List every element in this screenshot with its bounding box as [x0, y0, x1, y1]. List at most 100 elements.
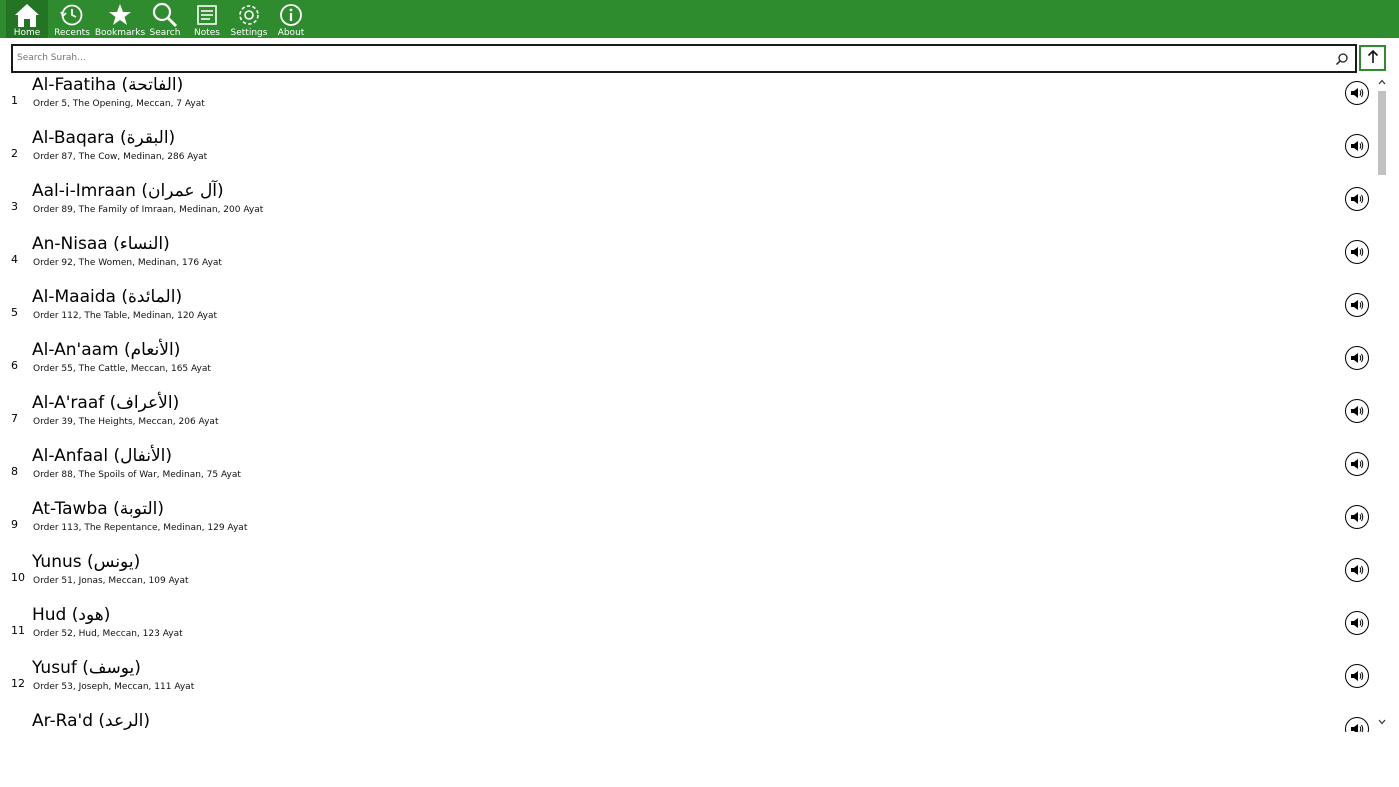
surah-number: 4 [11, 253, 18, 266]
surah-row[interactable]: 11 Hud (هود) Order 52, Hud, Meccan, 123 … [0, 604, 1375, 657]
nav-bookmarks[interactable]: Bookmarks [94, 0, 146, 38]
nav-about[interactable]: About [270, 0, 312, 38]
play-audio-button[interactable] [1345, 505, 1369, 529]
speaker-icon [1351, 724, 1364, 732]
surah-number: 10 [11, 571, 25, 584]
play-audio-button[interactable] [1345, 558, 1369, 582]
notes-icon [194, 2, 220, 28]
surah-row[interactable]: 2 Al-Baqara (البقرة) Order 87, The Cow, … [0, 127, 1375, 180]
speaker-icon [1351, 194, 1364, 204]
surah-number: 3 [11, 200, 18, 213]
surah-name: Al-Anfaal (الأنفال) [32, 446, 173, 466]
surah-number: 1 [11, 94, 18, 107]
surah-details: Order 5, The Opening, Meccan, 7 Ayat [33, 99, 205, 109]
play-audio-button[interactable] [1345, 346, 1369, 370]
surah-row[interactable]: 3 Aal-i-Imraan (آل عمران) Order 89, The … [0, 180, 1375, 233]
play-audio-button[interactable] [1345, 611, 1369, 635]
speaker-icon [1351, 141, 1364, 151]
surah-name: Ar-Ra'd (الرعد) [32, 711, 151, 731]
surah-name: Al-An'aam (الأنعام) [32, 340, 181, 360]
info-icon [278, 2, 304, 28]
surah-row[interactable]: 4 An-Nisaa (النساء) Order 92, The Women,… [0, 233, 1375, 286]
surah-details: Order 51, Jonas, Meccan, 109 Ayat [33, 576, 189, 586]
scroll-to-top-button[interactable] [1359, 45, 1386, 71]
surah-row[interactable]: 10 Yunus (يونس) Order 51, Jonas, Meccan,… [0, 551, 1375, 604]
surah-name: An-Nisaa (النساء) [32, 234, 170, 254]
surah-details: Order 52, Hud, Meccan, 123 Ayat [33, 629, 183, 639]
surah-row[interactable]: 8 Al-Anfaal (الأنفال) Order 88, The Spoi… [0, 445, 1375, 498]
play-audio-button[interactable] [1345, 187, 1369, 211]
surah-name: Al-Baqara (البقرة) [32, 128, 176, 148]
surah-number: 11 [11, 624, 25, 637]
play-audio-button[interactable] [1345, 81, 1369, 105]
gear-icon [236, 2, 262, 28]
speaker-icon [1351, 618, 1364, 628]
play-audio-button[interactable] [1345, 134, 1369, 158]
surah-list: 1 Al-Faatiha (الفاتحة) Order 5, The Open… [0, 74, 1375, 732]
surah-details: Order 53, Joseph, Meccan, 111 Ayat [33, 682, 195, 692]
surah-details: Order 87, The Cow, Medinan, 286 Ayat [33, 152, 208, 162]
speaker-icon [1351, 565, 1364, 575]
nav-label: Notes [194, 28, 220, 38]
surah-name: Yusuf (يوسف) [32, 658, 141, 678]
search-surah-box [11, 44, 1357, 73]
play-audio-button[interactable] [1345, 399, 1369, 423]
nav-label: Search [149, 28, 181, 38]
list-scrollbar[interactable] [1376, 76, 1388, 732]
surah-name: At-Tawba (التوبة) [32, 499, 165, 519]
speaker-icon [1351, 353, 1364, 363]
history-icon [59, 2, 85, 28]
surah-details: Order 92, The Women, Medinan, 176 Ayat [33, 258, 222, 268]
surah-number: 9 [11, 518, 18, 531]
surah-name: Al-Maaida (المائدة) [32, 287, 183, 307]
surah-number: 7 [11, 412, 18, 425]
surah-row[interactable]: 5 Al-Maaida (المائدة) Order 112, The Tab… [0, 286, 1375, 339]
surah-details: Order 39, The Heights, Meccan, 206 Ayat [33, 417, 219, 427]
surah-name: Al-A'raaf (الأعراف) [32, 393, 180, 413]
surah-name: Aal-i-Imraan (آل عمران) [32, 181, 224, 201]
surah-details: Order 112, The Table, Medinan, 120 Ayat [33, 311, 218, 321]
speaker-icon [1351, 88, 1364, 98]
surah-row[interactable]: 1 Al-Faatiha (الفاتحة) Order 5, The Open… [0, 74, 1375, 127]
surah-row[interactable]: 7 Al-A'raaf (الأعراف) Order 39, The Heig… [0, 392, 1375, 445]
play-audio-button[interactable] [1345, 452, 1369, 476]
nav-home[interactable]: Home [6, 0, 48, 38]
star-icon [107, 2, 133, 28]
surah-details: Order 88, The Spoils of War, Medinan, 75… [33, 470, 241, 480]
scroll-down-arrow-icon[interactable] [1378, 718, 1386, 728]
scroll-up-arrow-icon[interactable] [1378, 78, 1386, 88]
surah-number: 12 [11, 677, 25, 690]
search-surah-input[interactable] [17, 48, 1317, 68]
surah-details: Order 55, The Cattle, Meccan, 165 Ayat [33, 364, 211, 374]
surah-row[interactable]: 9 At-Tawba (التوبة) Order 113, The Repen… [0, 498, 1375, 551]
scrollbar-thumb[interactable] [1378, 91, 1386, 175]
surah-number: 5 [11, 306, 18, 319]
play-audio-button[interactable] [1345, 293, 1369, 317]
nav-settings[interactable]: Settings [228, 0, 270, 38]
play-audio-button[interactable] [1345, 717, 1369, 732]
surah-details: Order 89, The Family of Imraan, Medinan,… [33, 205, 264, 215]
nav-search[interactable]: Search [144, 0, 186, 38]
surah-row[interactable]: 12 Yusuf (يوسف) Order 53, Joseph, Meccan… [0, 657, 1375, 710]
play-audio-button[interactable] [1345, 664, 1369, 688]
search-icon[interactable] [1335, 51, 1349, 66]
surah-name: Hud (هود) [32, 605, 111, 625]
nav-label: Recents [54, 28, 90, 38]
top-nav-bar: Home Recents Bookmarks Search Notes Sett… [0, 0, 1399, 38]
surah-row[interactable]: Ar-Ra'd (الرعد) [0, 710, 1375, 732]
home-icon [14, 2, 40, 28]
speaker-icon [1351, 247, 1364, 257]
nav-label: About [277, 28, 305, 38]
play-audio-button[interactable] [1345, 240, 1369, 264]
surah-row[interactable]: 6 Al-An'aam (الأنعام) Order 55, The Catt… [0, 339, 1375, 392]
surah-number: 6 [11, 359, 18, 372]
nav-label: Settings [230, 28, 268, 38]
nav-label: Bookmarks [94, 28, 146, 38]
surah-number: 2 [11, 147, 18, 160]
nav-notes[interactable]: Notes [186, 0, 228, 38]
surah-number: 8 [11, 465, 18, 478]
nav-recents[interactable]: Recents [48, 0, 96, 38]
speaker-icon [1351, 512, 1364, 522]
speaker-icon [1351, 671, 1364, 681]
surah-details: Order 113, The Repentance, Medinan, 129 … [33, 523, 248, 533]
